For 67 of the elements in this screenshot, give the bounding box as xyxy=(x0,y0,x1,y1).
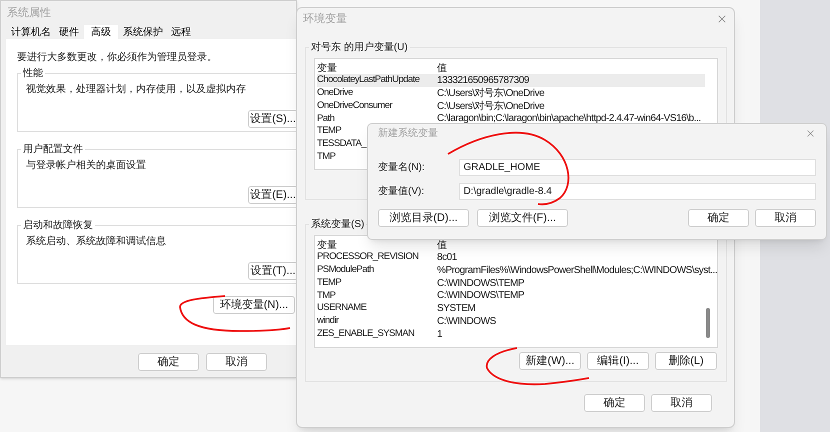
scrollbar-thumb[interactable] xyxy=(706,308,710,338)
notice-text: 要进行大多数更改，你必须作为管理员登录。 xyxy=(17,50,218,65)
variable-row[interactable]: ChocolateyLastPathUpdate 133321650965787309 xyxy=(317,74,705,87)
group-description: 系统启动、系统故障和调试信息 xyxy=(26,234,167,249)
variable-value: C:\Users\对号东\OneDrive xyxy=(437,100,544,114)
window-title: 系统属性 xyxy=(7,6,51,21)
group-title: 性能 xyxy=(22,66,44,81)
close-icon[interactable] xyxy=(805,128,816,139)
variable-value: %ProgramFiles%\WindowsPowerShell\Modules;C:\WINDOWS\syst... xyxy=(437,264,717,278)
variable-name: Path xyxy=(317,112,334,126)
group-title: 对号东 的用户变量(U) xyxy=(310,40,409,55)
variable-name: TMP xyxy=(317,288,336,303)
column-header: 值 xyxy=(437,239,447,251)
variable-name: TEMP xyxy=(317,124,342,138)
dialog-button[interactable]: 浏览文件(F)... xyxy=(477,209,568,227)
field-label: 变量名(N): xyxy=(378,160,426,175)
variable-value: 133321650965787309 xyxy=(437,74,530,88)
group-title: 系统变量(S) xyxy=(310,218,366,232)
dialog-button[interactable]: 新建(W)... xyxy=(519,352,581,370)
dialog-button[interactable]: 确定 xyxy=(688,209,749,227)
close-icon[interactable] xyxy=(716,13,728,25)
input-field[interactable]: GRADLE_HOME xyxy=(459,159,816,176)
variable-value: C:\Users\对号东\OneDrive xyxy=(437,86,544,100)
variable-value: 1 xyxy=(437,328,442,342)
variable-value: SYSTEM xyxy=(437,302,476,316)
group-title: 用户配置文件 xyxy=(22,142,84,157)
environment-variables-button[interactable]: 环境变量(N)... xyxy=(213,296,295,314)
column-header: 值 xyxy=(437,62,447,74)
field-label: 变量值(V): xyxy=(378,184,426,199)
variable-value: C:\laragon\bin;C:\laragon\bin\apache\httpd-2.4.47-win64-VS16\b... xyxy=(437,112,701,126)
dialog-button[interactable]: 删除(L) xyxy=(655,352,717,370)
variable-value: C:\WINDOWS\TEMP xyxy=(437,289,524,304)
dialog-button[interactable]: 确定 xyxy=(138,353,199,371)
dialog-button[interactable]: 取消 xyxy=(651,394,712,412)
variable-value: 8c01 xyxy=(437,250,457,265)
settings-button[interactable]: 设置(E)... xyxy=(248,186,298,204)
variable-value: C:\WINDOWS xyxy=(437,314,496,329)
tab[interactable]: 高级 xyxy=(84,25,118,39)
dialog-button[interactable]: 确定 xyxy=(584,394,645,412)
dialog-button[interactable]: 取消 xyxy=(755,209,816,227)
window-title: 环境变量 xyxy=(303,12,347,27)
variable-name: PSModulePath xyxy=(317,263,374,278)
variable-name: PROCESSOR_REVISION xyxy=(317,250,418,264)
settings-button[interactable]: 设置(S)... xyxy=(248,110,298,128)
window-title: 新建系统变量 xyxy=(378,126,438,141)
variable-name: OneDriveConsumer xyxy=(317,98,392,113)
dialog-button[interactable]: 取消 xyxy=(206,353,267,371)
dialog-button[interactable]: 编辑(I)... xyxy=(587,352,649,370)
group-title: 启动和故障恢复 xyxy=(22,218,94,233)
variable-name: TMP xyxy=(317,150,336,164)
column-header: 变量 xyxy=(317,238,338,251)
variable-name: ChocolateyLastPathUpdate xyxy=(317,73,420,88)
group-description: 与登录帐户相关的桌面设置 xyxy=(26,158,147,173)
variable-name: USERNAME xyxy=(317,301,366,316)
dialog-button[interactable]: 浏览目录(D)... xyxy=(378,209,469,227)
variable-name: TEMP xyxy=(317,276,342,290)
variable-name: OneDrive xyxy=(317,86,353,100)
variable-name: ZES_ENABLE_SYSMAN xyxy=(317,327,414,342)
tab[interactable]: 硬件 xyxy=(56,25,82,39)
input-field[interactable]: D:\gradle\gradle-8.4 xyxy=(459,183,816,200)
variable-name: windir xyxy=(317,314,339,328)
tab[interactable]: 远程 xyxy=(168,25,194,39)
variable-name: TESSDATA_ xyxy=(317,137,366,152)
column-header: 变量 xyxy=(317,62,338,74)
variable-value: C:\WINDOWS\TEMP xyxy=(437,276,524,290)
group-description: 视觉效果，处理器计划，内存使用，以及虚拟内存 xyxy=(26,82,247,97)
settings-button[interactable]: 设置(T)... xyxy=(248,262,298,280)
